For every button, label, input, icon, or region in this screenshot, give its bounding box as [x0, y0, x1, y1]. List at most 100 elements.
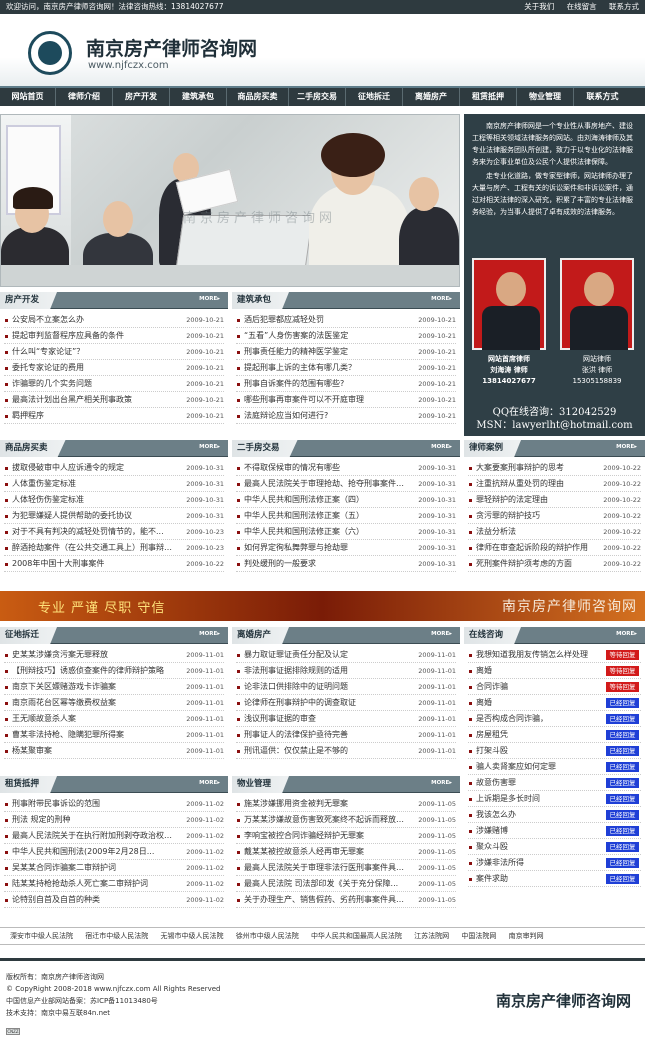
list-item[interactable]: 最高人民法院关于审理抢劫、抢夺刑事案件适... 2009-10-31 — [236, 476, 456, 492]
item-title[interactable]: 打架斗殴 — [476, 743, 593, 758]
item-title[interactable]: 人体轻伤伤鉴定标准 — [12, 492, 176, 507]
nav-second-hand[interactable]: 二手房交易 — [289, 88, 346, 106]
list-item[interactable]: 中华人民共和国刑法修正案（五） 2009-10-31 — [236, 508, 456, 524]
item-title[interactable]: 法益分析法 — [476, 524, 593, 539]
list-item[interactable]: 我想知道我朋友传销怎么样处理 等待回复 — [468, 647, 641, 663]
list-item[interactable]: 罪轻辩护的法定理由 2009-10-22 — [468, 492, 641, 508]
list-item[interactable]: 刑事自诉案件的范围有哪些? 2009-10-21 — [236, 376, 456, 392]
item-title[interactable]: 杨某聚审案 — [12, 743, 176, 758]
item-title[interactable]: 论特别自首及自首的种类 — [12, 892, 176, 907]
item-title[interactable]: 论非法口供排除中的证明问题 — [244, 679, 408, 694]
more-link[interactable]: MORE▸ — [431, 631, 452, 637]
item-title[interactable]: 王无顺故意杀人案 — [12, 711, 176, 726]
lawyer-photo-liu[interactable] — [472, 258, 546, 350]
item-title[interactable]: 羁押程序 — [12, 408, 176, 423]
more-link[interactable]: MORE▸ — [199, 444, 220, 450]
item-title[interactable]: 刑法 规定的刑种 — [12, 812, 176, 827]
item-title[interactable]: 注重抗辩从重处罚的理由 — [476, 476, 593, 491]
list-item[interactable]: 南京雨花台区幂等缴费权益案 2009-11-01 — [4, 695, 224, 711]
item-title[interactable]: 最高人民法院关于审理抢劫、抢夺刑事案件适... — [244, 476, 408, 491]
list-item[interactable]: 浅议刑事证据的审查 2009-11-01 — [236, 711, 456, 727]
list-item[interactable]: 离婚 已经回复 — [468, 695, 641, 711]
item-title[interactable]: 中华人民共和国刑法(2009年2月28日... — [12, 844, 176, 859]
item-title[interactable]: 涉嫌非法所得 — [476, 855, 593, 870]
list-item[interactable]: 公安局不立案怎么办 2009-10-21 — [4, 312, 224, 328]
list-item[interactable]: 案件求助 已经回复 — [468, 871, 641, 887]
friend-link[interactable]: 中国法院网 — [461, 932, 496, 940]
item-title[interactable]: 刑事自诉案件的范围有哪些? — [244, 376, 408, 391]
list-item[interactable]: 是否构成合同诈骗， 已经回复 — [468, 711, 641, 727]
list-item[interactable]: 拔取侵破审中人应诉通令的规定 2009-10-31 — [4, 460, 224, 476]
item-title[interactable]: 醉酒抢劫案件（在公共交通工具上）刑事辩护... — [12, 540, 176, 555]
friend-link[interactable]: 溧安市中级人民法院 — [10, 932, 73, 940]
list-item[interactable]: 最高人民法院关于在执行附加刑剥夺政治权利... 2009-11-02 — [4, 828, 224, 844]
list-item[interactable]: 论非法口供排除中的证明问题 2009-11-01 — [236, 679, 456, 695]
list-item[interactable]: 2008年中国十大刑事案件 2009-10-22 — [4, 556, 224, 572]
item-title[interactable]: 对于不具有判决的减轻处罚情节的，能不... — [12, 524, 176, 539]
list-item[interactable]: 最高人民法院 司法部印发《关于充分保障... 2009-11-05 — [236, 876, 456, 892]
list-item[interactable]: 委托专家论证的费用 2009-10-21 — [4, 360, 224, 376]
about-link[interactable]: 关于我们 — [524, 2, 554, 11]
list-item[interactable]: 离婚 等待回复 — [468, 663, 641, 679]
footer-support[interactable]: 技术支持：南京中易互联84n.net — [6, 1007, 220, 1019]
item-title[interactable]: 最高法计划出台黑产相关刑事政策 — [12, 392, 176, 407]
more-link[interactable]: MORE▸ — [616, 631, 637, 637]
item-title[interactable]: 拔取侵破审中人应诉通令的规定 — [12, 460, 176, 475]
item-title[interactable]: 中华人民共和国刑法修正案（五） — [244, 508, 408, 523]
item-title[interactable]: 律师在审查起诉阶段的辩护作用 — [476, 540, 593, 555]
item-title[interactable]: 暴力取证罪证责任分配及认定 — [244, 647, 408, 662]
list-item[interactable]: 刑法 规定的刑种 2009-11-02 — [4, 812, 224, 828]
item-title[interactable]: 【刑辩技巧】诱惑侦查案件的律师辩护策略 — [12, 663, 176, 678]
item-title[interactable]: 房屋租凭 — [476, 727, 593, 742]
list-item[interactable]: 论律师在刑事辩护中的调查取证 2009-11-01 — [236, 695, 456, 711]
list-item[interactable]: 人体轻伤伤鉴定标准 2009-10-31 — [4, 492, 224, 508]
list-item[interactable]: 律师在审查起诉阶段的辩护作用 2009-10-22 — [468, 540, 641, 556]
nav-commercial-housing[interactable]: 商品房买卖 — [227, 88, 289, 106]
item-title[interactable]: 中华人民共和国刑法修正案（四） — [244, 492, 408, 507]
friend-link[interactable]: 无锡市中级人民法院 — [160, 932, 223, 940]
contact-link[interactable]: 联系方式 — [609, 2, 639, 11]
item-title[interactable]: 离婚 — [476, 663, 593, 678]
more-link[interactable]: MORE▸ — [199, 296, 220, 302]
item-title[interactable]: 陆某某持枪抢劫杀人死亡案二审辩护词 — [12, 876, 176, 891]
list-item[interactable]: 故意伤害罪 已经回复 — [468, 775, 641, 791]
list-item[interactable]: 吴某某合同诈骗案二审辩护词 2009-11-02 — [4, 860, 224, 876]
list-item[interactable]: 我该怎么办 已经回复 — [468, 807, 641, 823]
item-title[interactable]: 我该怎么办 — [476, 807, 593, 822]
item-title[interactable]: 死刑案件辩护须考虑的方面 — [476, 556, 593, 571]
item-title[interactable]: 诈骗罪的几个实务问题 — [12, 376, 176, 391]
item-title[interactable]: 非法刑事证据排除规则的适用 — [244, 663, 408, 678]
list-item[interactable]: 关于办理生产、销售假药、劣药刑事案件具体... 2009-11-05 — [236, 892, 456, 908]
item-title[interactable]: “五看”人身伤害案的法医鉴定 — [244, 328, 408, 343]
list-item[interactable]: 涉嫌非法所得 已经回复 — [468, 855, 641, 871]
list-item[interactable]: 中华人民共和国刑法(2009年2月28日... 2009-11-02 — [4, 844, 224, 860]
list-item[interactable]: 贪污罪的辩护技巧 2009-10-22 — [468, 508, 641, 524]
list-item[interactable]: 注重抗辩从重处罚的理由 2009-10-22 — [468, 476, 641, 492]
list-item[interactable]: 人体重伤鉴定标准 2009-10-31 — [4, 476, 224, 492]
list-item[interactable]: 万某某涉嫌故意伤害致死案终不起诉而释放的... 2009-11-05 — [236, 812, 456, 828]
nav-home[interactable]: 网站首页 — [0, 88, 56, 106]
list-item[interactable]: 打架斗殴 已经回复 — [468, 743, 641, 759]
item-title[interactable]: 人体重伤鉴定标准 — [12, 476, 176, 491]
list-item[interactable]: 房屋租凭 已经回复 — [468, 727, 641, 743]
nav-lease-mortgage[interactable]: 租赁抵押 — [460, 88, 517, 106]
item-title[interactable]: 故意伤害罪 — [476, 775, 593, 790]
list-item[interactable]: 王无顺故意杀人案 2009-11-01 — [4, 711, 224, 727]
list-item[interactable]: 论特别自首及自首的种类 2009-11-02 — [4, 892, 224, 908]
message-link[interactable]: 在线留言 — [567, 2, 597, 11]
item-title[interactable]: 刑事证人的法律保护亟待完善 — [244, 727, 408, 742]
list-item[interactable]: 醉酒抢劫案件（在公共交通工具上）刑事辩护... 2009-10-23 — [4, 540, 224, 556]
list-item[interactable]: 法益分析法 2009-10-22 — [468, 524, 641, 540]
item-title[interactable]: 合同诈骗 — [476, 679, 593, 694]
item-title[interactable]: 离婚 — [476, 695, 593, 710]
item-title[interactable]: 刑事附带民事诉讼的范围 — [12, 796, 176, 811]
msn-contact[interactable]: MSN：lawyerlht@hotmail.com — [464, 419, 645, 432]
list-item[interactable]: 判处缓刑的一般要求 2009-10-31 — [236, 556, 456, 572]
list-item[interactable]: 非法刑事证据排除规则的适用 2009-11-01 — [236, 663, 456, 679]
list-item[interactable]: 中华人民共和国刑法修正案（六） 2009-10-31 — [236, 524, 456, 540]
list-item[interactable]: 骗人卖肾案应如何定罪 已经回复 — [468, 759, 641, 775]
item-title[interactable]: 吴某某合同诈骗案二审辩护词 — [12, 860, 176, 875]
list-item[interactable]: 戴某某被控故意杀人经再审无罪案 2009-11-05 — [236, 844, 456, 860]
list-item[interactable]: 死刑案件辩护须考虑的方面 2009-10-22 — [468, 556, 641, 572]
nav-property-mgmt[interactable]: 物业管理 — [517, 88, 574, 106]
